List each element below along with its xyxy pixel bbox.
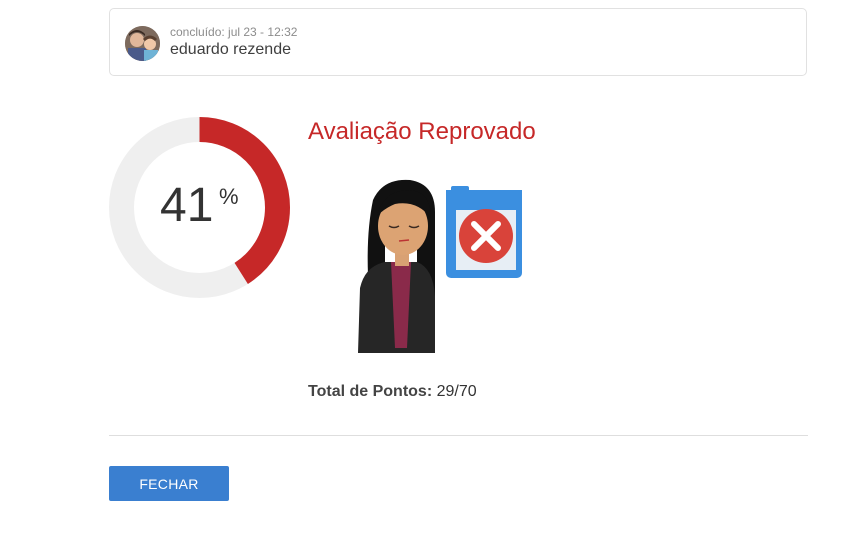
total-points-value: 29/70 [436, 383, 477, 400]
completed-timestamp: concluído: jul 23 - 12:32 [170, 25, 298, 39]
score-percent: 41 [160, 179, 214, 232]
result-title: Avaliação Reprovado [308, 118, 536, 145]
woman-with-failed-document-icon [358, 179, 522, 353]
user-avatar [125, 26, 160, 61]
user-name: eduardo rezende [170, 41, 291, 58]
total-points: Total de Pontos: 29/70 [308, 383, 477, 401]
total-points-label: Total de Pontos: [308, 383, 433, 400]
submission-card: concluído: jul 23 - 12:32 eduardo rezend… [109, 8, 807, 76]
score-percent-sign: % [219, 184, 239, 209]
divider [109, 435, 808, 436]
close-button[interactable]: FECHAR [109, 466, 229, 501]
